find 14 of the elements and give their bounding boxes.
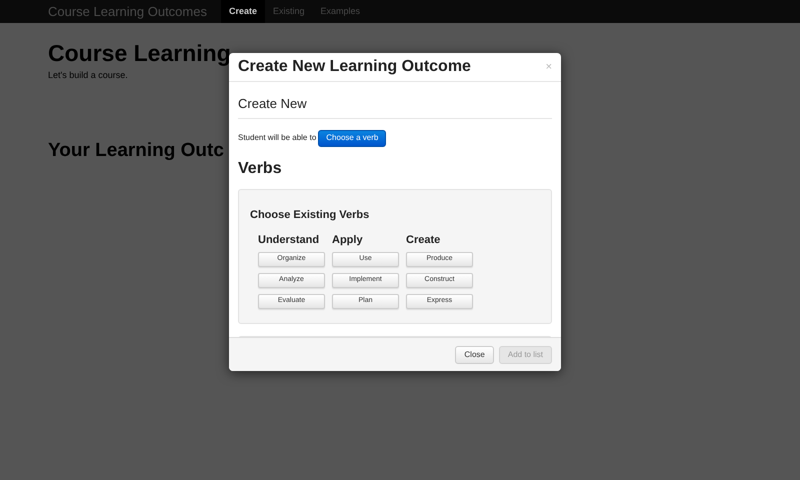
- footer-button[interactable]: Close: [455, 346, 494, 364]
- column-heading: Create: [406, 233, 442, 248]
- column-heading: Understand: [258, 233, 320, 248]
- column-heading: Apply: [332, 233, 364, 248]
- nav-link[interactable]: Create: [220, 0, 265, 23]
- section-heading: Create New: [238, 94, 552, 118]
- panel-title: Choose Existing Verbs: [250, 208, 370, 222]
- section-title: Your Learning Outc: [48, 138, 224, 162]
- verbs-title: Verbs: [238, 158, 283, 178]
- choose-verb-button[interactable]: Choose a verb: [318, 130, 386, 146]
- modal-title: Create New Learning Outcome: [238, 57, 471, 77]
- page-title: Course Learning: [48, 39, 231, 67]
- page-subtitle: Let's build a course.: [48, 69, 128, 82]
- sentence-text: Student will be able to: [238, 132, 316, 144]
